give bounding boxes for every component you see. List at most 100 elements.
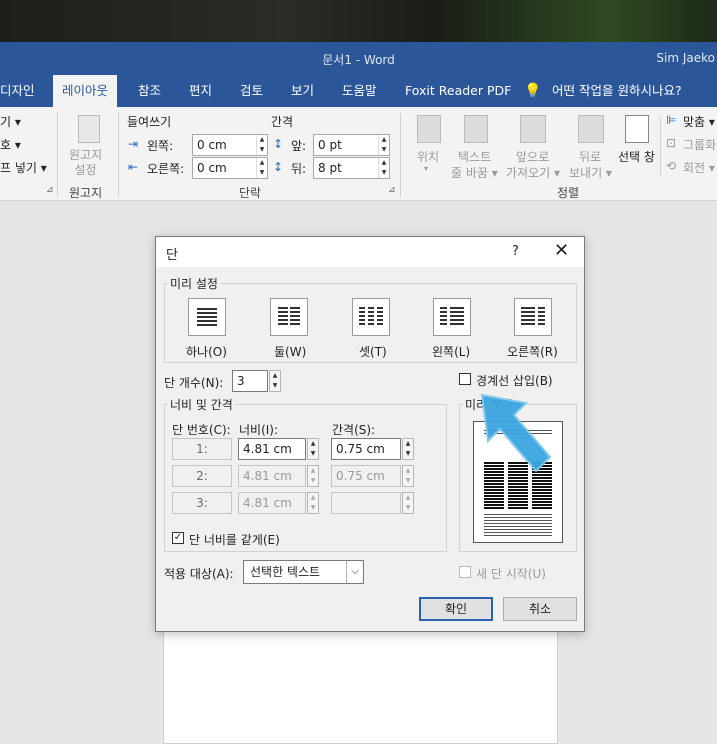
separator [660,117,661,177]
indent-right-input[interactable]: 0 cm ▲ ▼ [192,157,268,179]
align-icon: ⊫ [666,113,677,127]
dialog-title-bar: 단 ? ✕ [156,237,584,267]
new-column-checkbox [459,566,471,578]
indent-left-label: 왼쪽: [147,139,174,153]
bring-forward-icon[interactable] [520,115,546,143]
separator [57,113,58,197]
spacing-input-3 [331,492,401,514]
manuscript-setup-button[interactable]: 원고지 설정 [69,148,102,178]
rotate-icon: ⟲ [666,159,677,173]
indent-right-label: 오른쪽: [147,162,185,176]
user-name[interactable]: Sim Jaeko [656,51,715,65]
tab-view[interactable]: 보기 [291,75,314,107]
group-icon: ⊡ [666,136,677,150]
cut-item-1[interactable]: 기 ▾ [0,113,21,130]
width-input-2: 4.81 cm [238,465,306,487]
wrap-text-label-1[interactable]: 텍스트 [458,148,491,165]
column-number-header: 단 번호(C): [172,423,231,437]
width-input-3: 4.81 cm [238,492,306,514]
spacing-spinner-2: ▲ ▼ [402,465,414,487]
spacing-header: 간격 [271,115,294,129]
tab-references[interactable]: 참조 [138,75,161,107]
selection-pane-icon[interactable] [625,115,649,143]
width-spinner-3: ▲ ▼ [307,492,319,514]
num-columns-input[interactable]: 3 [232,370,268,392]
spacing-before-label: 앞: [291,139,307,153]
tab-help[interactable]: 도움말 [342,75,377,107]
spacing-after-input[interactable]: 8 pt ▲ ▼ [313,157,390,179]
width-spinner-1[interactable]: ▲ ▼ [307,438,319,460]
tell-me-search[interactable]: 어떤 작업을 원하시나요? [552,75,682,107]
background-strip [0,0,717,42]
preset-right-label[interactable]: 오른쪽(R) [507,343,558,360]
dialog-launcher-icon[interactable]: ⊿ [46,185,54,195]
preset-three-icon[interactable] [352,298,390,336]
preset-three-label[interactable]: 셋(T) [359,343,387,360]
align-button[interactable]: 맞춤 ▾ [683,113,715,130]
preset-one-icon[interactable] [188,298,226,336]
paragraph-launcher-icon[interactable]: ⊿ [388,185,396,195]
manuscript-icon[interactable] [78,115,100,143]
num-columns-label: 단 개수(N): [164,376,224,390]
send-backward-label-2[interactable]: 보내기 ▾ [569,164,612,181]
tab-layout[interactable]: 레이아웃 [53,75,118,107]
rotate-button[interactable]: 회전 ▾ [683,159,715,176]
separator [400,113,401,197]
preset-one-label[interactable]: 하나(O) [186,343,227,360]
send-backward-icon[interactable] [578,115,604,143]
position-button[interactable]: 위치 [417,148,439,165]
apply-to-select[interactable]: 선택한 텍스트 ⌵ [243,560,364,584]
dialog-title: 단 [166,248,178,263]
preset-two-label[interactable]: 둘(W) [274,343,306,360]
position-icon[interactable] [417,115,441,143]
pointer-arrow-icon [480,393,552,473]
indent-left-input[interactable]: 0 cm ▲ ▼ [192,134,268,156]
cancel-button[interactable]: 취소 [503,597,577,621]
send-backward-label-1[interactable]: 뒤로 [579,148,601,165]
spacing-after-icon: ↕ [273,160,284,174]
chevron-down-icon: ⌵ [346,561,363,583]
preset-left-label[interactable]: 왼쪽(L) [432,343,470,360]
cut-item-2[interactable]: 호 ▾ [0,136,21,153]
column-number-1: 1: [172,438,232,460]
bring-forward-label-2[interactable]: 가져오기 ▾ [506,164,560,181]
selection-pane-button[interactable]: 선택 창 [618,148,655,165]
title-bar: 문서1 - Word Sim Jaeko [0,42,717,75]
width-input-1[interactable]: 4.81 cm [238,438,306,460]
cut-item-3[interactable]: 프 넣기 ▾ [0,159,47,176]
tab-design[interactable]: 디자인 [0,75,35,107]
ok-button[interactable]: 확인 [419,597,493,621]
spacing-header-dlg: 간격(S): [332,423,376,437]
spacing-spinner-3: ▲ ▼ [402,492,414,514]
wrap-text-icon[interactable] [464,115,488,143]
bring-forward-label-1[interactable]: 앞으로 [516,148,549,165]
spacing-input-2: 0.75 cm [331,465,401,487]
width-spacing-label: 너비 및 간격 [168,396,235,413]
num-columns-spinner[interactable]: ▲ ▼ [269,370,281,392]
indent-header: 들여쓰기 [127,115,172,129]
lightbulb-icon: 💡 [524,83,542,99]
preset-right-icon[interactable] [514,298,552,336]
tab-review[interactable]: 검토 [240,75,263,107]
document-page[interactable] [163,630,558,744]
equal-width-checkbox[interactable]: ✓ [172,532,184,544]
apply-to-label: 적용 대상(A): [164,567,234,581]
group-button[interactable]: 그룹화 [683,136,716,153]
width-spinner-2: ▲ ▼ [307,465,319,487]
preset-left-icon[interactable] [433,298,471,336]
spacing-input-1[interactable]: 0.75 cm [331,438,401,460]
line-between-checkbox[interactable] [459,373,471,385]
spacing-spinner-1[interactable]: ▲ ▼ [402,438,414,460]
width-header: 너비(I): [239,423,279,437]
spacing-before-input[interactable]: 0 pt ▲ ▼ [313,134,390,156]
spacing-before-icon: ↕ [273,137,284,151]
wrap-text-label-2[interactable]: 줄 바꿈 ▾ [451,164,498,181]
help-button[interactable]: ? [512,244,519,259]
column-number-2: 2: [172,465,232,487]
equal-width-label[interactable]: 단 너비를 같게(E) [189,531,280,548]
tab-mailings[interactable]: 편지 [189,75,212,107]
indent-right-icon: ⇤ [128,160,139,174]
tab-foxit[interactable]: Foxit Reader PDF [405,75,511,107]
preset-two-icon[interactable] [270,298,308,336]
close-button[interactable]: ✕ [554,240,569,261]
